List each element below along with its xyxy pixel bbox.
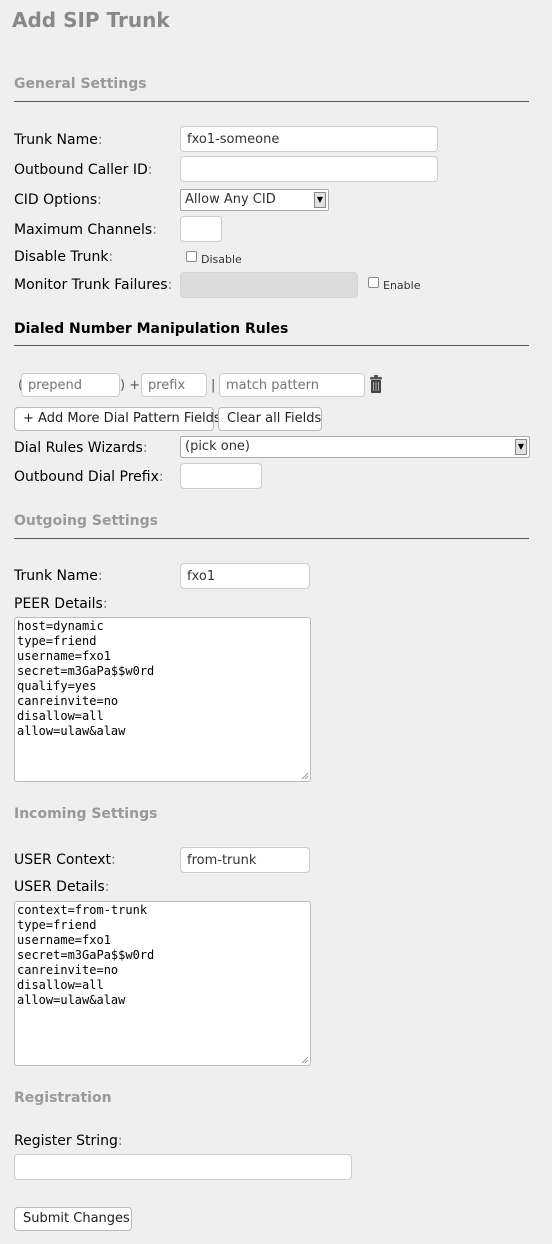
page-title: Add SIP Trunk [12,8,170,32]
dial-rules-wizards-label: Dial Rules Wizards: [14,440,148,456]
peer-details-label: PEER Details: [14,596,108,612]
clear-all-fields-button[interactable]: Clear all Fields [218,407,322,431]
enable-checkbox-label: Enable [383,279,421,292]
peer-details-textarea[interactable]: host=dynamic type=friend username=fxo1 s… [14,617,311,782]
incoming-settings-heading: Incoming Settings [14,806,158,822]
cid-options-label: CID Options: [14,192,102,208]
register-string-label: Register String: [14,1133,123,1149]
maximum-channels-label: Maximum Channels: [14,222,157,238]
user-context-input[interactable] [180,847,310,873]
pipe-separator: | [211,378,216,393]
outbound-dial-prefix-input[interactable] [180,463,262,489]
close-paren-plus: ) + [120,378,141,393]
disable-trunk-label: Disable Trunk: [14,249,114,265]
monitor-trunk-failures-input [180,272,358,298]
prepend-input[interactable] [21,373,120,397]
outbound-dial-prefix-label: Outbound Dial Prefix: [14,469,164,485]
monitor-enable-checkbox[interactable] [368,277,379,288]
outbound-caller-id-label: Outbound Caller ID: [14,162,153,178]
outgoing-settings-heading: Outgoing Settings [14,513,158,529]
prefix-input[interactable] [141,373,207,397]
cid-options-value: Allow Any CID [185,192,276,207]
outgoing-trunk-name-input[interactable] [180,563,310,589]
resize-grip-icon[interactable] [301,1056,309,1064]
registration-heading: Registration [14,1090,112,1106]
resize-grip-icon[interactable] [301,772,309,780]
outgoing-trunk-name-label: Trunk Name: [14,568,103,584]
register-string-input[interactable] [14,1154,352,1180]
dial-rules-divider [14,345,529,346]
general-divider [14,101,529,102]
outbound-caller-id-input[interactable] [180,156,438,182]
dial-rules-wizards-select[interactable]: (pick one) ▼ [180,436,530,458]
match-pattern-input[interactable] [219,373,365,397]
cid-options-select[interactable]: Allow Any CID ▼ [180,189,329,211]
submit-changes-button[interactable]: Submit Changes [14,1207,132,1231]
user-details-label: USER Details: [14,879,110,895]
user-details-textarea[interactable]: context=from-trunk type=friend username=… [14,901,311,1066]
chevron-down-icon: ▼ [515,439,527,455]
trunk-name-input[interactable] [180,126,438,152]
add-more-dial-pattern-button[interactable]: + Add More Dial Pattern Fields [14,407,221,431]
outgoing-divider [14,538,529,539]
disable-trunk-checkbox[interactable] [186,251,197,262]
trunk-name-label: Trunk Name: [14,132,103,148]
user-context-label: USER Context: [14,852,116,868]
dial-rules-heading: Dialed Number Manipulation Rules [14,321,289,337]
trash-icon[interactable] [369,375,383,394]
dial-rules-wizards-value: (pick one) [185,439,251,454]
disable-checkbox-label: Disable [201,253,242,266]
monitor-trunk-failures-label: Monitor Trunk Failures: [14,277,173,293]
chevron-down-icon: ▼ [314,192,326,208]
general-settings-heading: General Settings [14,76,147,92]
maximum-channels-input[interactable] [180,216,222,242]
